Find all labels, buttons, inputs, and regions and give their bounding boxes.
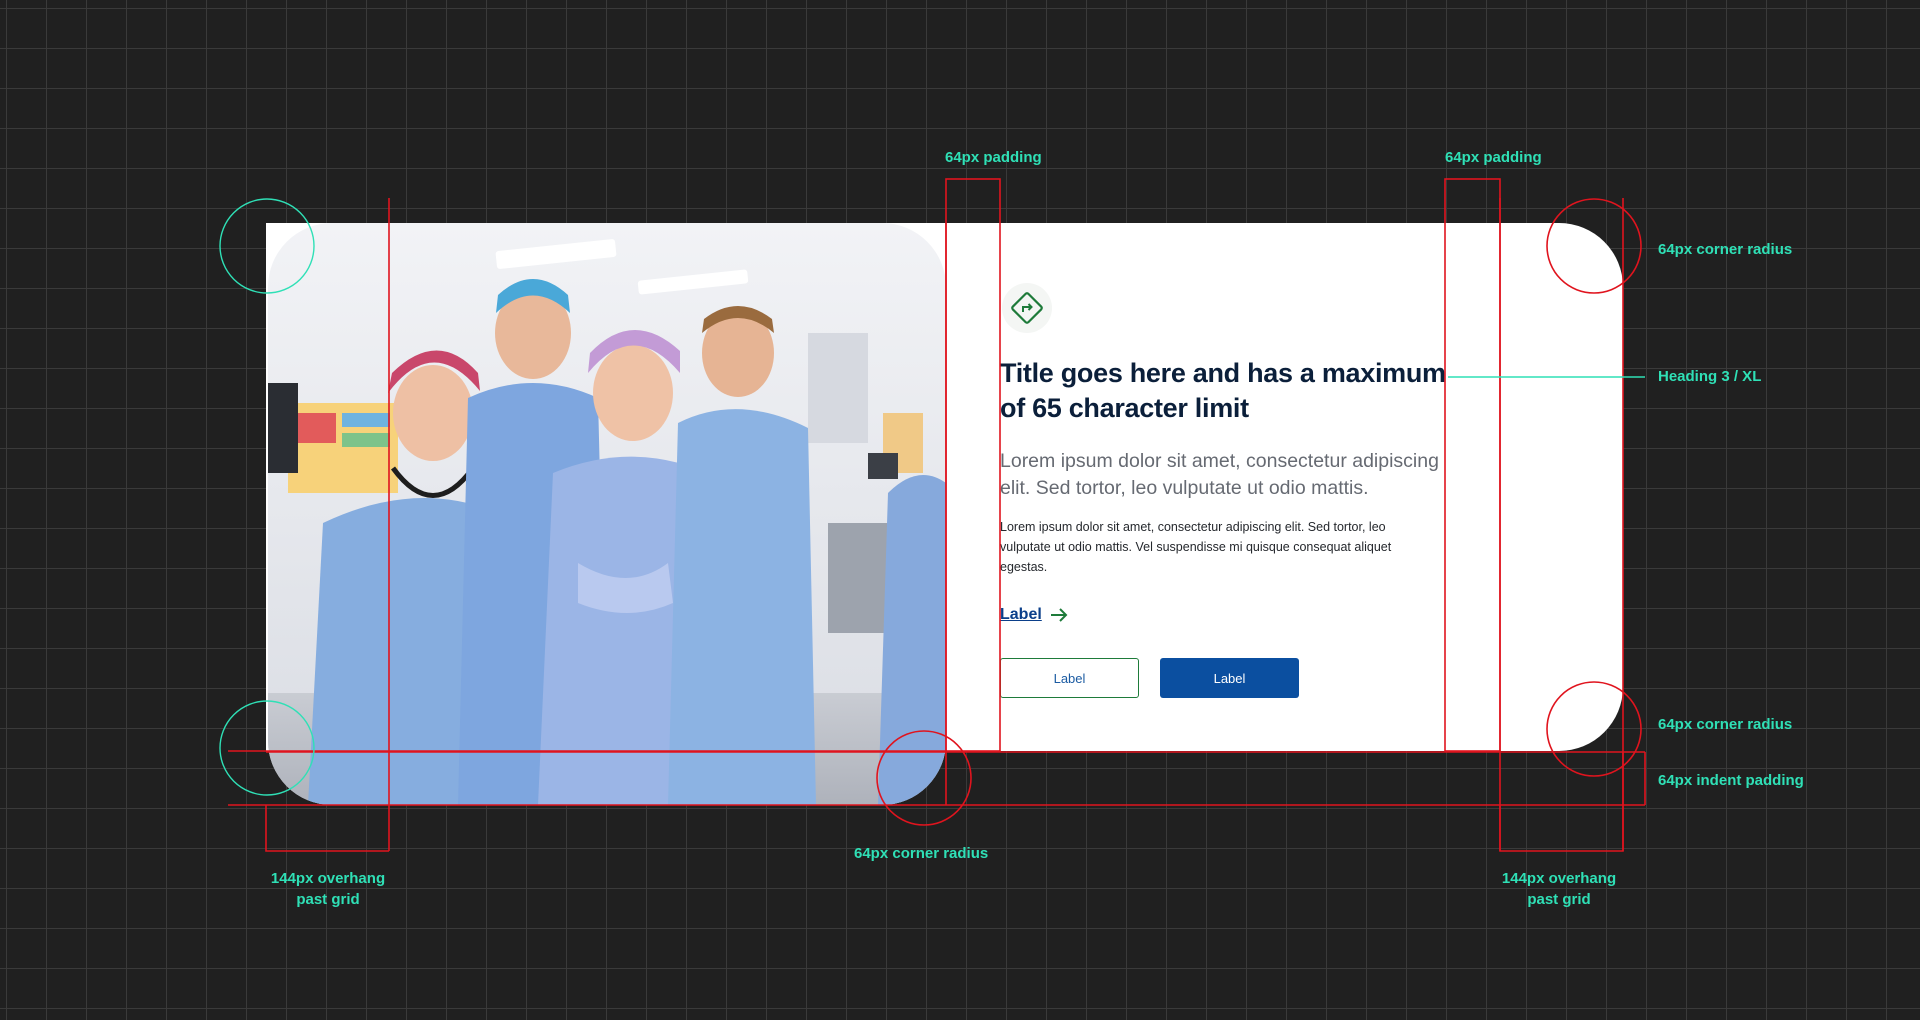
label-indent-padding: 64px indent padding <box>1658 772 1804 789</box>
overhang-guide-right <box>1499 752 1624 852</box>
overhang-guide-left <box>265 805 389 852</box>
label-padding-right: 64px padding <box>1445 149 1542 166</box>
label-heading-style: Heading 3 / XL <box>1658 368 1762 385</box>
card-text-link[interactable]: Label <box>1000 606 1068 624</box>
label-overhang-left: 144px overhang past grid <box>258 868 398 910</box>
card-body-text: Lorem ipsum dolor sit amet, consectetur … <box>1000 520 1392 574</box>
label-padding-left: 64px padding <box>945 149 1042 166</box>
label-overhang-right-line2: past grid <box>1527 891 1591 908</box>
label-overhang-left-line2: past grid <box>296 891 360 908</box>
card-title: Title goes here and has a maximum of 65 … <box>1000 358 1446 423</box>
label-overhang-right-line1: 144px overhang <box>1501 870 1617 887</box>
card-lead-text: Lorem ipsum dolor sit amet, consectetur … <box>1000 450 1439 499</box>
arrow-turn-icon <box>1002 283 1052 333</box>
link-label: Label <box>1000 606 1042 623</box>
label-overhang-left-line1: 144px overhang <box>270 870 386 887</box>
secondary-button[interactable]: Label <box>1000 658 1139 698</box>
arrow-right-icon <box>1050 608 1068 622</box>
label-overhang-right: 144px overhang past grid <box>1489 868 1629 910</box>
medical-team-photo <box>268 223 946 805</box>
primary-button[interactable]: Label <box>1160 658 1299 698</box>
hero-image <box>268 223 946 805</box>
label-corner-radius-top: 64px corner radius <box>1658 241 1793 258</box>
label-corner-radius-image: 64px corner radius <box>854 845 989 862</box>
label-corner-radius-bottom: 64px corner radius <box>1658 716 1793 733</box>
